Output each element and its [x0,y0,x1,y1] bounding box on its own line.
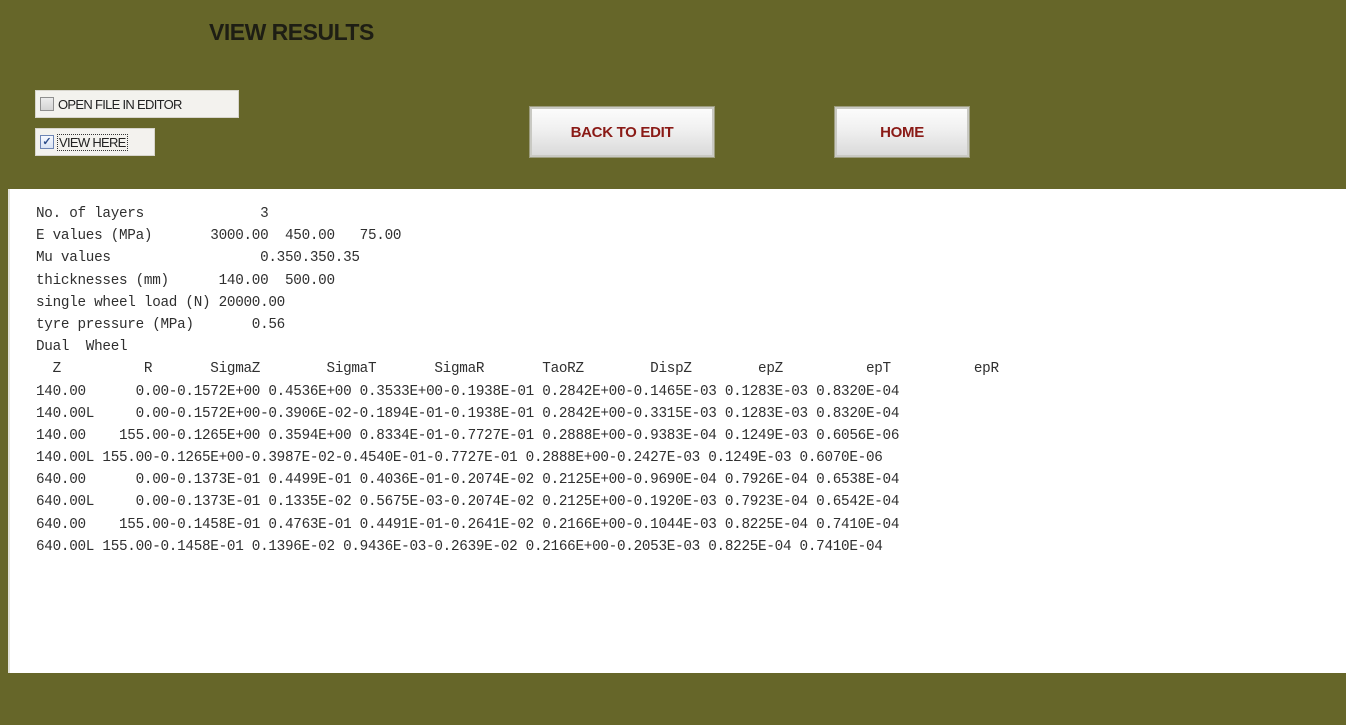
results-text: No. of layers 3 E values (MPa) 3000.00 45… [36,203,999,558]
results-output-panel[interactable]: No. of layers 3 E values (MPa) 3000.00 45… [8,189,1346,673]
open-file-in-editor-label: OPEN FILE IN EDITOR [58,96,182,112]
home-button[interactable]: HOME [835,107,969,157]
view-here-checkbox[interactable]: ✓ VIEW HERE [35,128,155,156]
results-table-row: 640.00 0.00-0.1373E-01 0.4499E-01 0.4036… [36,472,900,489]
back-to-edit-button[interactable]: BACK TO EDIT [530,107,714,157]
results-table-row: 140.00L 0.00-0.1572E+00-0.3906E-02-0.189… [36,405,900,422]
results-line-layers: No. of layers 3 [36,206,269,222]
results-table-row: 140.00 155.00-0.1265E+00 0.3594E+00 0.83… [36,427,900,444]
results-table-header: Z R SigmaZ SigmaT SigmaR TaoRZ DispZ epZ… [36,361,999,378]
results-table-row: 640.00 155.00-0.1458E-01 0.4763E-01 0.44… [36,516,900,533]
view-here-label: VIEW HERE [57,133,128,151]
results-table-row: 640.00L 155.00-0.1458E-01 0.1396E-02 0.9… [36,538,883,555]
checkmark-icon[interactable]: ✓ [40,135,54,149]
results-line-tyre-pressure: tyre pressure (MPa) 0.56 [36,316,285,333]
results-line-thicknesses: thicknesses (mm) 140.00 500.00 [36,272,335,289]
unchecked-checkbox-icon[interactable] [40,97,54,111]
results-table-row: 140.00 0.00-0.1572E+00 0.4536E+00 0.3533… [36,383,900,400]
open-file-in-editor-checkbox[interactable]: OPEN FILE IN EDITOR [35,90,239,118]
page-title: VIEW RESULTS [209,19,374,45]
results-line-wheel-load: single wheel load (N) 20000.00 [36,294,285,311]
results-line-e-values: E values (MPa) 3000.00 450.00 75.00 [36,228,402,245]
results-line-dual-wheel: Dual Wheel [36,339,128,356]
results-table-row: 640.00L 0.00-0.1373E-01 0.1335E-02 0.567… [36,494,900,511]
results-table-row: 140.00L 155.00-0.1265E+00-0.3987E-02-0.4… [36,450,883,467]
results-window: VIEW RESULTS OPEN FILE IN EDITOR ✓ VIEW … [0,0,1346,725]
results-line-mu-values: Mu values 0.350.350.35 [36,250,360,267]
